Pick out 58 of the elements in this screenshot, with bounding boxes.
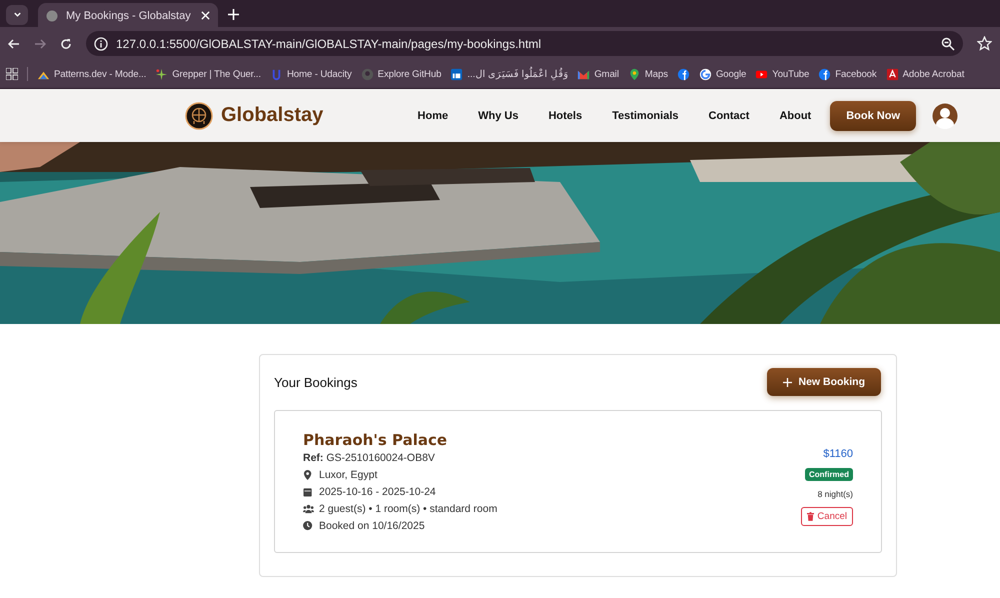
- bookmark[interactable]: Google: [698, 68, 746, 80]
- section-title: Your Bookings: [274, 374, 358, 390]
- address-bar[interactable]: 127.0.0.1:5500/GlOBALSTAY-main/GlOBALSTAY-main/pages/my-bookings.html: [86, 31, 963, 56]
- tab-menu-button[interactable]: [6, 4, 28, 24]
- plus-icon: [228, 9, 239, 20]
- location-pin-icon: [303, 470, 314, 480]
- booking-reference: Ref: GS-2510160024-OB8V: [303, 452, 436, 464]
- location-text: Luxor, Egypt: [319, 469, 378, 481]
- nav-link[interactable]: Contact: [708, 110, 750, 122]
- chevron-down-icon: [12, 10, 22, 19]
- bookmark[interactable]: Home - Udacity: [270, 68, 352, 80]
- info-icon: [94, 36, 108, 50]
- bookmark[interactable]: YouTube: [755, 68, 810, 80]
- nav-link[interactable]: Testimonials: [612, 110, 678, 122]
- bookmark[interactable]: Explore GitHub: [360, 68, 442, 80]
- close-icon: [201, 11, 210, 20]
- facebook-icon: [676, 68, 690, 80]
- booked-date: Booked on 10/16/2025: [319, 520, 425, 532]
- cancel-button[interactable]: Cancel: [801, 507, 853, 526]
- map-pin-icon: [628, 68, 641, 80]
- nights-count: 8 night(s): [818, 489, 853, 499]
- people-icon: [303, 504, 314, 514]
- reload-icon: [60, 38, 72, 50]
- bookmark[interactable]: Adobe Acrobat: [886, 68, 964, 80]
- nav-link[interactable]: Why Us: [478, 110, 518, 122]
- price: $1160: [823, 448, 853, 460]
- apps-grid-icon: [6, 68, 18, 80]
- book-now-button[interactable]: Book Now: [830, 100, 916, 130]
- forward-arrow-icon: [34, 38, 46, 50]
- calendar-icon: [303, 487, 314, 497]
- logo-icon: [185, 102, 213, 130]
- nav-link[interactable]: About: [779, 110, 812, 122]
- bookmark[interactable]: Facebook: [818, 68, 877, 80]
- bookmark[interactable]: وَقُلِ اعْمَلُوا فَسَيَرَى ال...: [450, 68, 568, 80]
- bookmark[interactable]: Gmail: [577, 68, 619, 80]
- trash-icon: [807, 512, 814, 521]
- bookmark[interactable]: Maps: [628, 68, 668, 80]
- facebook-icon: [818, 68, 832, 80]
- clock-icon: [303, 521, 314, 531]
- guest-details: 2 guest(s) • 1 room(s) • standard room: [319, 503, 498, 515]
- avatar-icon: [932, 102, 958, 128]
- nav-link[interactable]: Home: [418, 110, 448, 122]
- google-icon: [698, 68, 712, 80]
- status-badge: Confirmed: [805, 468, 853, 481]
- zoom-icon: [941, 36, 955, 50]
- new-booking-button[interactable]: New Booking: [767, 368, 881, 396]
- bookmark[interactable]: Patterns.dev - Mode...: [37, 68, 146, 80]
- star-icon: [977, 36, 992, 51]
- nav-link[interactable]: Hotels: [548, 110, 582, 122]
- browser-tab[interactable]: My Bookings - Globalstay: [38, 3, 218, 28]
- bookmark[interactable]: [676, 68, 690, 80]
- sparkle-icon: [155, 68, 168, 80]
- hotel-name: Pharaoh's Palace: [303, 431, 448, 449]
- bookmark[interactable]: Grepper | The Quer...: [155, 68, 261, 80]
- brand-name: Globalstay: [221, 104, 324, 127]
- plus-icon: [783, 378, 792, 386]
- date-range: 2025-10-16 - 2025-10-24: [319, 486, 436, 498]
- back-arrow-icon: [8, 38, 20, 50]
